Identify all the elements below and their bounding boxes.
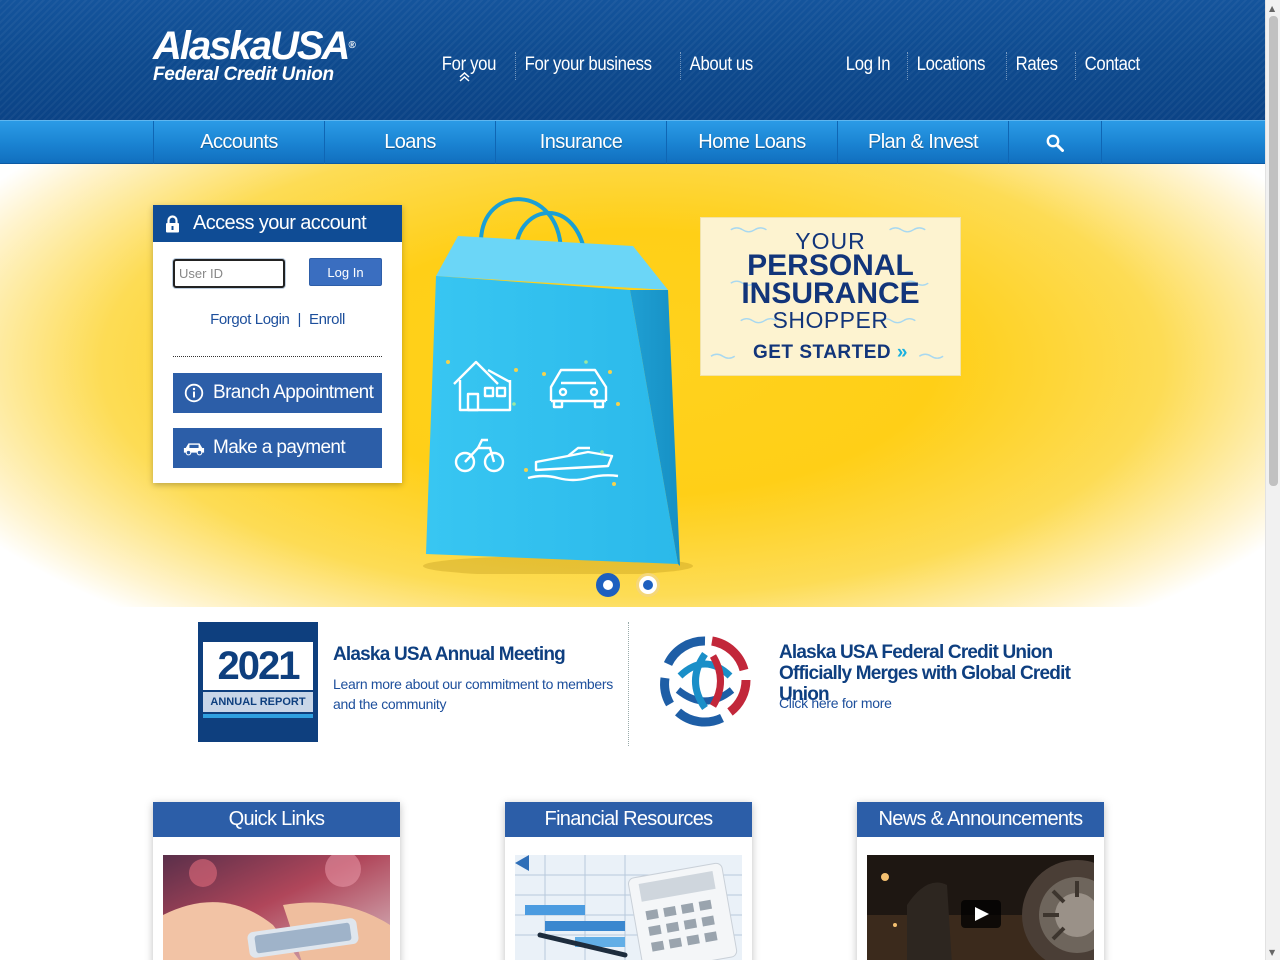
info-icon <box>183 382 205 404</box>
annual-report-caption: ANNUAL REPORT <box>203 692 313 712</box>
scroll-down-arrow-icon[interactable]: ▼ <box>1269 948 1275 957</box>
promo-line-shopper: SHOPPER <box>772 307 889 333</box>
make-payment-label: Make a payment <box>213 437 346 458</box>
promo-get-started-cta[interactable]: GET STARTED » <box>701 342 960 364</box>
card-news-announcements[interactable]: News & Announcements <box>857 802 1104 960</box>
mainnav-accounts[interactable]: Accounts <box>153 121 324 164</box>
logo-wordmark: AlaskaUSA <box>153 24 350 68</box>
card-title: News & Announcements <box>857 802 1104 837</box>
lock-icon <box>166 214 179 232</box>
login-help-links: Forgot Login | Enroll <box>153 311 402 328</box>
nav-log-in[interactable]: Log In <box>837 52 899 80</box>
user-id-input[interactable] <box>173 259 285 288</box>
annual-report-2021-image: 2021 ANNUAL REPORT <box>198 622 318 742</box>
make-payment-button[interactable]: Make a payment <box>173 428 382 468</box>
search-button[interactable] <box>1008 121 1102 164</box>
news-body[interactable]: Learn more about our commitment to membe… <box>333 674 618 714</box>
news-body[interactable]: Click here for more <box>779 693 1079 713</box>
main-nav: Accounts Loans Insurance Home Loans Plan… <box>0 120 1265 164</box>
mainnav-home-loans[interactable]: Home Loans <box>666 121 837 164</box>
forgot-login-link[interactable]: Forgot Login <box>210 311 290 328</box>
search-icon <box>1046 134 1064 152</box>
car-icon <box>183 437 205 459</box>
scrollbar-thumb[interactable] <box>1269 16 1278 486</box>
access-account-panel: Access your account Log In Forgot Login |… <box>153 205 402 483</box>
access-panel-title: Access your account <box>193 212 367 234</box>
mainnav-plan-invest[interactable]: Plan & Invest <box>837 121 1008 164</box>
branch-appointment-button[interactable]: Branch Appointment <box>173 373 382 413</box>
nav-locations[interactable]: Locations <box>907 52 994 80</box>
mainnav-loans[interactable]: Loans <box>324 121 495 164</box>
hero-banner: Access your account Log In Forgot Login |… <box>0 164 1265 607</box>
panel-divider <box>173 356 382 357</box>
promo-line-insurance: INSURANCE <box>741 277 920 310</box>
branch-appointment-label: Branch Appointment <box>213 382 374 403</box>
mainnav-insurance[interactable]: Insurance <box>495 121 666 164</box>
news-divider <box>628 622 629 746</box>
login-button[interactable]: Log In <box>309 258 382 286</box>
insurance-shopper-promo[interactable]: YOUR PERSONAL INSURANCE SHOPPER GET STAR… <box>700 217 961 376</box>
calculator-documents-image <box>515 855 742 960</box>
carousel-dot-1[interactable] <box>596 573 620 597</box>
shopping-bag-illustration <box>423 197 693 574</box>
video-thumbnail[interactable] <box>867 855 1094 960</box>
page-scrollbar[interactable]: ▲ ▼ <box>1265 0 1280 960</box>
nav-for-your-business[interactable]: For your business <box>514 52 660 80</box>
logo-subtitle: Federal Credit Union <box>153 64 334 85</box>
annual-report-year: 2021 <box>203 642 313 690</box>
active-section-caret-icon <box>459 71 470 82</box>
nav-contact[interactable]: Contact <box>1074 52 1149 80</box>
audience-nav: For you For your business About us <box>433 52 773 80</box>
promo-cta-label: GET STARTED <box>752 342 892 363</box>
nav-rates[interactable]: Rates <box>1006 52 1066 80</box>
utility-nav: Log In Locations Rates Contact <box>837 52 1159 80</box>
news-title[interactable]: Alaska USA Annual Meeting <box>333 644 633 665</box>
promo-line-personal: PERSONAL <box>747 249 914 282</box>
access-panel-header: Access your account <box>153 205 402 242</box>
nav-about-us[interactable]: About us <box>679 52 762 80</box>
carousel-dot-2[interactable] <box>636 573 660 597</box>
enroll-link[interactable]: Enroll <box>309 311 345 328</box>
alaska-usa-logo[interactable]: AlaskaUSA® Federal Credit Union <box>153 24 356 85</box>
link-separator: | <box>297 311 301 328</box>
logo-registered-mark: ® <box>348 40 356 51</box>
phone-in-hands-image <box>163 855 390 960</box>
card-title: Quick Links <box>153 802 400 837</box>
scroll-up-arrow-icon[interactable]: ▲ <box>1269 4 1275 13</box>
globe-logo-icon <box>660 636 751 727</box>
site-header: AlaskaUSA® Federal Credit Union For you … <box>0 0 1265 120</box>
card-financial-resources[interactable]: Financial Resources <box>505 802 752 960</box>
card-quick-links[interactable]: Quick Links <box>153 802 400 960</box>
double-chevron-icon: » <box>896 342 908 363</box>
card-title: Financial Resources <box>505 802 752 837</box>
carousel-pagination <box>596 573 660 597</box>
